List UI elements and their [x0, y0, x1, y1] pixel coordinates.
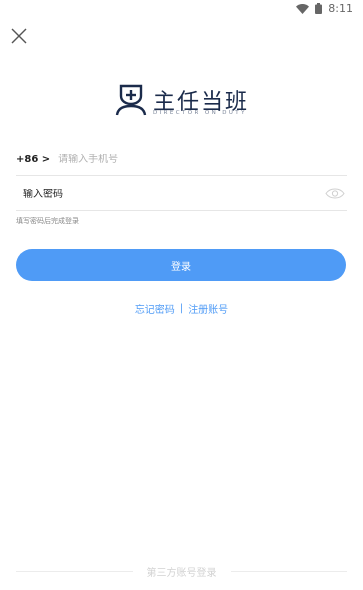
status-time: 8:11	[328, 2, 353, 15]
link-separator: |	[179, 303, 184, 314]
app-logo: 主任当班 DIRECTOR ON DUTY	[115, 82, 255, 122]
country-code-selector[interactable]: +86 >	[16, 154, 50, 165]
phone-row: +86 >	[16, 143, 347, 176]
forgot-password-link[interactable]: 忘记密码	[135, 301, 175, 316]
password-hint: 填写密码后完成登录	[16, 217, 79, 225]
doctor-logo-icon	[115, 84, 147, 116]
battery-icon	[315, 3, 323, 14]
password-row	[16, 178, 347, 211]
status-bar: 8:11	[0, 0, 363, 18]
wifi-icon	[296, 3, 310, 14]
divider-line-left	[16, 570, 133, 572]
register-link[interactable]: 注册账号	[188, 301, 228, 316]
third-party-login-label[interactable]: 第三方账号登录	[133, 564, 231, 579]
logo-subtitle: DIRECTOR ON DUTY	[153, 110, 247, 116]
phone-input[interactable]	[58, 153, 299, 165]
login-button[interactable]: 登录	[16, 249, 346, 281]
close-icon[interactable]	[10, 27, 28, 45]
account-links: 忘记密码 | 注册账号	[0, 301, 363, 316]
divider-line-right	[230, 570, 347, 572]
password-input[interactable]	[23, 188, 283, 200]
third-party-login-divider: 第三方账号登录	[16, 563, 347, 579]
eye-icon[interactable]	[325, 187, 345, 200]
status-indicators: 8:11	[296, 2, 353, 15]
